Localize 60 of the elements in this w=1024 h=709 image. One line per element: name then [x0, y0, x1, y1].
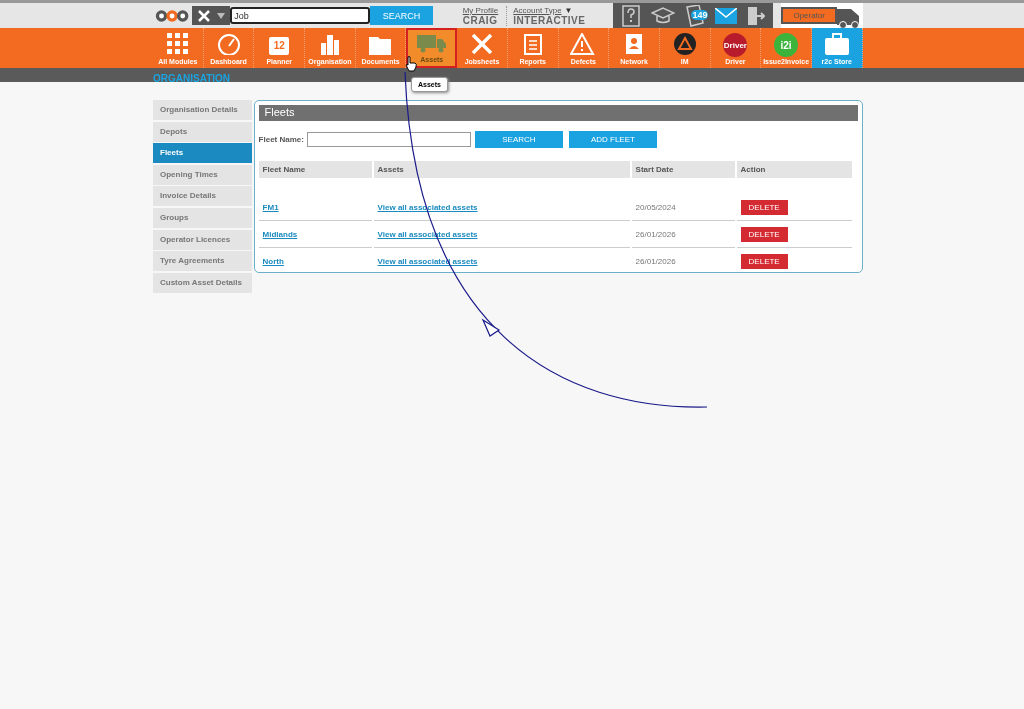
- sidebar-item[interactable]: Operator Licences: [153, 229, 252, 250]
- column-header: Fleet Name: [258, 161, 372, 178]
- sidebar-item[interactable]: Custom Asset Details: [153, 272, 252, 293]
- document-icon[interactable]: [685, 4, 706, 27]
- invoice-badge-icon: i2i: [774, 33, 799, 57]
- graduation-cap-icon[interactable]: [651, 6, 676, 25]
- table-cell: 26/01/2026: [635, 256, 676, 266]
- fleet-link[interactable]: FM1: [262, 202, 279, 212]
- delete-button[interactable]: DELETE: [740, 226, 788, 242]
- profile-link[interactable]: My Profile: [462, 5, 499, 16]
- account-type-link[interactable]: Account Type: [513, 5, 562, 16]
- exit-icon[interactable]: [747, 5, 766, 26]
- field-label: Fleet Name:: [258, 135, 304, 144]
- warning-icon: [570, 33, 597, 55]
- sidebar-item[interactable]: Tyre Agreements: [153, 251, 252, 272]
- column-header: Action: [736, 161, 852, 178]
- delete-button[interactable]: DELETE: [740, 253, 788, 269]
- sidebar-item[interactable]: Invoice Details: [153, 186, 252, 207]
- briefcase-icon: [824, 33, 849, 55]
- hazard-icon: [673, 33, 696, 55]
- delete-button[interactable]: DELETE: [740, 199, 788, 215]
- table-cell: 20/05/2024: [635, 202, 676, 212]
- logo-icon[interactable]: [155, 7, 190, 24]
- caret-icon: ▼: [564, 5, 573, 16]
- hand-cursor-icon: [405, 56, 417, 72]
- gauge-icon: [216, 33, 241, 55]
- fleet-link[interactable]: North: [262, 256, 284, 266]
- panel-title: Fleets: [258, 105, 858, 121]
- notification-badge: 149: [691, 9, 709, 20]
- operator-label: Operator: [781, 7, 837, 24]
- sidebar-item[interactable]: Opening Times: [153, 164, 252, 185]
- fleet-name-field[interactable]: [306, 132, 471, 147]
- help-icon[interactable]: [621, 4, 642, 27]
- calendar-icon: 12: [269, 37, 290, 55]
- mail-icon[interactable]: [715, 7, 738, 24]
- column-header: Start Date: [631, 161, 735, 178]
- operator-truck[interactable]: Operator: [781, 3, 863, 28]
- search-field[interactable]: Job: [230, 7, 371, 24]
- grid-icon: [166, 33, 189, 55]
- sidebar-item[interactable]: Depots: [153, 121, 252, 142]
- contact-book-icon: [625, 33, 644, 55]
- search-button[interactable]: SEARCH: [370, 6, 433, 25]
- fleet-link[interactable]: Midlands: [262, 229, 298, 239]
- driver-badge-icon: Driver: [723, 33, 748, 57]
- clipboard-icon: [523, 33, 542, 55]
- user-name: CRAIG: [462, 15, 499, 26]
- sidebar-item[interactable]: Fleets: [153, 143, 252, 164]
- add-fleet-button[interactable]: ADD FLEET: [568, 131, 657, 148]
- sidebar-item[interactable]: Groups: [153, 207, 252, 228]
- buildings-icon: [318, 33, 341, 55]
- search-button[interactable]: SEARCH: [474, 131, 563, 148]
- section-title: ORGANISATION: [153, 73, 231, 84]
- sidebar-item[interactable]: Organisation Details: [153, 100, 252, 120]
- account-type: INTERACTIVE: [513, 15, 586, 26]
- column-header: Assets: [373, 161, 630, 178]
- caret-icon: [217, 12, 226, 19]
- truck-icon: [416, 33, 447, 53]
- tools-dropdown[interactable]: [192, 6, 231, 25]
- table-cell: 26/01/2026: [635, 229, 676, 239]
- folder-icon: [368, 35, 393, 55]
